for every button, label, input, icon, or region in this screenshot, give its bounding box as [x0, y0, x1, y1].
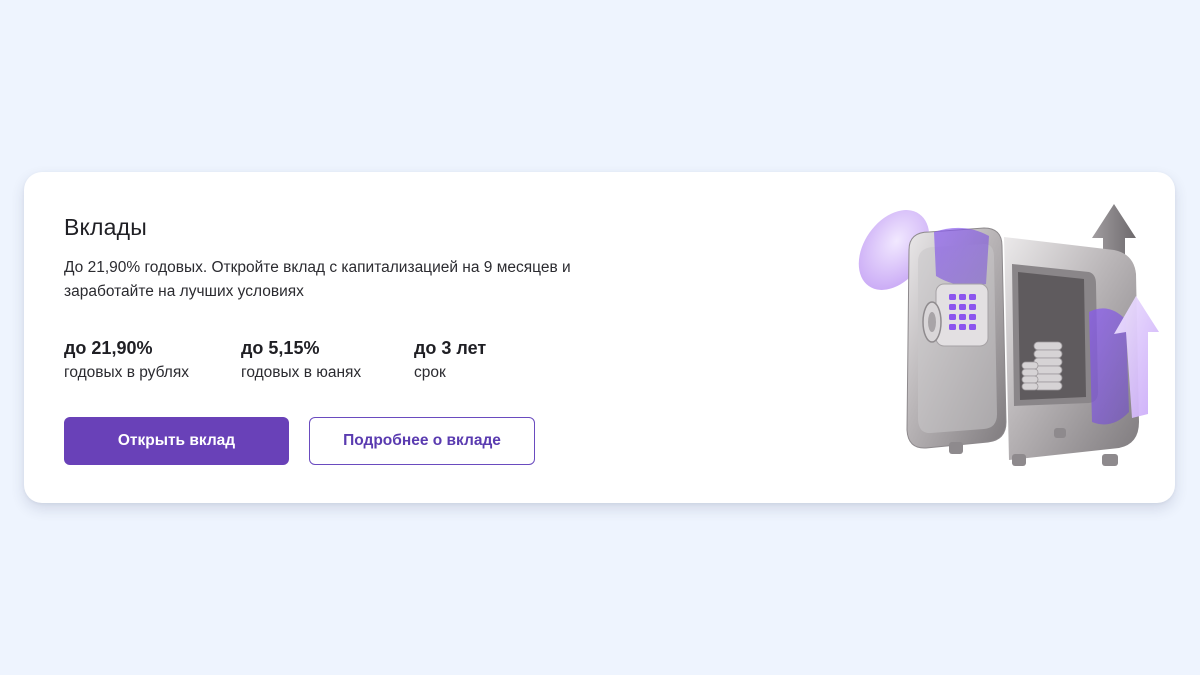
- stat-rub-rate: до 21,90% годовых в рублях: [64, 336, 189, 385]
- stat-cny-rate: до 5,15% годовых в юанях: [241, 336, 361, 385]
- card-title: Вклады: [64, 214, 148, 240]
- stat-label: годовых в юанях: [241, 364, 362, 381]
- deposit-details-button[interactable]: Подробнее о вкладе: [309, 417, 535, 465]
- stat-value: до 3 лет: [414, 338, 487, 358]
- stat-label: срок: [414, 364, 446, 381]
- card-description: До 21,90% годовых. Откройте вклад с капи…: [64, 259, 571, 300]
- open-deposit-button[interactable]: Открыть вклад: [64, 417, 289, 465]
- stat-value: до 21,90%: [64, 338, 153, 358]
- stat-term: до 3 лет срок: [414, 336, 486, 385]
- deposits-card: Вклады До 21,90% годовых. Откройте вклад…: [24, 172, 1175, 503]
- stat-label: годовых в рублях: [64, 364, 189, 381]
- stat-value: до 5,15%: [241, 338, 320, 358]
- safe-with-coins-icon: [858, 204, 1159, 466]
